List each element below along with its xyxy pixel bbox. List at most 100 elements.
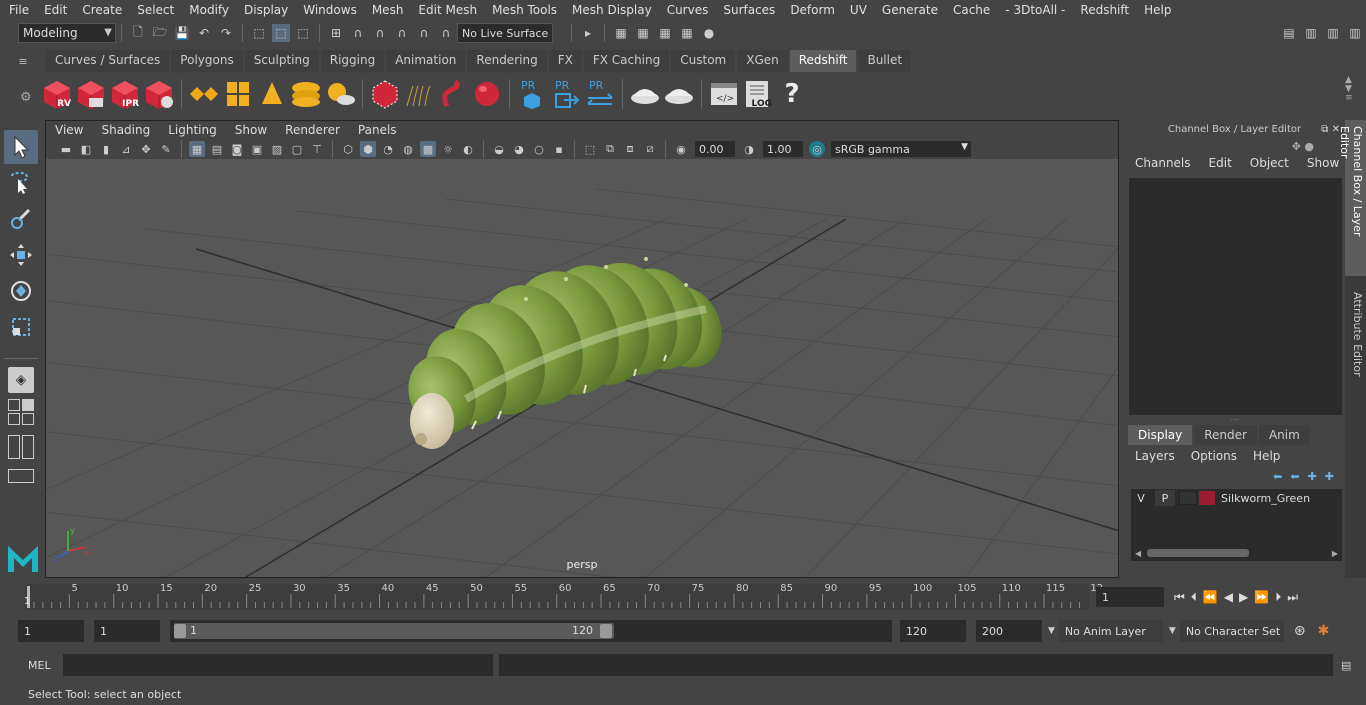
outliner-layout-icon[interactable] [8, 435, 20, 459]
toggle-panels-icon[interactable]: ▥ [1324, 24, 1342, 42]
chevron-down-icon[interactable]: ▼ [1048, 626, 1055, 636]
pr-convert-icon[interactable]: PRPR [584, 77, 616, 111]
snap-view-icon[interactable]: ∩ [393, 24, 411, 42]
redshift-dome-icon[interactable] [188, 77, 220, 111]
menu-item[interactable]: Create [73, 3, 128, 17]
help-icon[interactable]: ? [776, 77, 808, 111]
persp-layout-icon[interactable] [8, 469, 34, 483]
snap-curve-icon[interactable]: ∩ [349, 24, 367, 42]
redshift-ipr-icon[interactable]: IPR [109, 77, 141, 111]
shadows-icon[interactable]: ◐ [460, 141, 476, 157]
mel-label[interactable]: MEL [0, 659, 63, 672]
chevron-left-icon[interactable]: ◀ [1135, 549, 1141, 558]
auto-key-icon[interactable]: ⊛ [1294, 623, 1306, 639]
isolate-select-icon[interactable]: ⬚ [582, 141, 598, 157]
resolution-gate-icon[interactable]: ◙ [229, 141, 245, 157]
step-forward-key-icon[interactable]: ⏩ [1254, 590, 1269, 605]
menu-item[interactable]: Mesh [363, 3, 410, 17]
redo-icon[interactable]: ↷ [217, 24, 235, 42]
silkworm-model[interactable] [396, 247, 734, 449]
splitter-handle[interactable]: ⋯ [1125, 415, 1344, 424]
field-chart-icon[interactable]: ▨ [269, 141, 285, 157]
use-default-material-icon[interactable]: ◔ [380, 141, 396, 157]
chevron-right-icon[interactable]: ▶ [1332, 549, 1338, 558]
select-hierarchy-icon[interactable]: ⬚ [250, 24, 268, 42]
menu-item[interactable]: Deform [781, 3, 841, 17]
menu-item[interactable]: Surfaces [714, 3, 781, 17]
pr-export-icon[interactable]: PRPR [550, 77, 582, 111]
layer-visibility-toggle[interactable]: V [1131, 490, 1151, 506]
undo-icon[interactable]: ↶ [195, 24, 213, 42]
go-to-start-icon[interactable]: ⏮ [1174, 590, 1185, 605]
current-frame-field[interactable]: 1 [1096, 587, 1164, 607]
step-back-icon[interactable]: ⏴ [1191, 590, 1197, 605]
layer-editor-tab[interactable]: Render [1194, 425, 1257, 445]
menu-item[interactable]: Select [128, 3, 180, 17]
shelf-tab[interactable]: Rendering [467, 50, 547, 72]
scene-end-field[interactable]: 200 [976, 620, 1042, 642]
channel-box-area[interactable] [1129, 178, 1342, 415]
layer-editor-tab[interactable]: Display [1128, 425, 1193, 445]
layout-quad-icon[interactable] [8, 399, 20, 411]
new-layer-selected-icon[interactable]: ✚ [1325, 470, 1334, 483]
scroll-thumb[interactable] [1147, 549, 1250, 557]
shelf-tab[interactable]: Curves / Surfaces [46, 50, 170, 72]
play-forward-icon[interactable]: ▶ [1239, 590, 1248, 605]
redshift-batch-render-icon[interactable] [75, 77, 107, 111]
save-scene-icon[interactable]: 💾 [173, 24, 191, 42]
viewport-menu-item[interactable]: View [46, 123, 92, 137]
go-to-end-icon[interactable]: ⏭ [1287, 590, 1298, 605]
image-plane-icon[interactable]: ⊿ [118, 141, 134, 157]
wireframe-icon[interactable]: ⬡ [340, 141, 356, 157]
menu-item[interactable]: Edit [35, 3, 73, 17]
textured-icon[interactable]: ▩ [420, 141, 436, 157]
shelf-scroll-icon[interactable]: ▲ ▼ ≡ [1345, 76, 1353, 103]
mel-input[interactable] [63, 654, 493, 676]
color-management-icon[interactable]: ◎ [809, 141, 825, 157]
menu-item[interactable]: Generate [873, 3, 944, 17]
new-layer-icon[interactable]: ✚ [1308, 470, 1317, 483]
step-back-key-icon[interactable]: ⏪ [1203, 590, 1218, 605]
menu-item[interactable]: Display [235, 3, 294, 17]
redshift-curve-icon[interactable] [437, 77, 469, 111]
film-gate-icon[interactable]: ▤ [209, 141, 225, 157]
new-scene-icon[interactable]: 🗋 [129, 24, 147, 42]
layer-editor-menu-item[interactable]: Help [1243, 449, 1286, 463]
move-layer-up-icon[interactable]: ⬅ [1273, 470, 1282, 483]
smooth-shade-icon[interactable]: ⬢ [360, 141, 376, 157]
depth-of-field-icon[interactable]: ▪ [551, 141, 567, 157]
redshift-sphere-icon[interactable] [471, 77, 503, 111]
shelf-settings-icon[interactable]: ⚙ [20, 90, 32, 105]
history-icon[interactable]: ▸ [579, 24, 597, 42]
redshift-settings-icon[interactable] [143, 77, 175, 111]
range-slider[interactable]: 1 120 [170, 620, 892, 642]
animation-prefs-icon[interactable]: ✱ [1318, 623, 1330, 639]
camera-attr-icon[interactable]: ◧ [78, 141, 94, 157]
exposure-icon[interactable]: ◉ [673, 141, 689, 157]
playback-end-field[interactable]: 120 [900, 620, 966, 642]
render-view-icon[interactable]: ▦ [612, 24, 630, 42]
layer-playback-toggle[interactable]: P [1155, 490, 1175, 506]
safe-title-icon[interactable]: ⊤ [309, 141, 325, 157]
layer-scrollbar[interactable]: ◀ ▶ [1135, 547, 1338, 559]
channel-box-menu-item[interactable]: Object [1240, 156, 1297, 170]
menu-item[interactable]: Mesh Display [563, 3, 658, 17]
character-set-select[interactable]: No Character Set [1179, 620, 1284, 642]
snap-surface-icon[interactable]: ∩ [415, 24, 433, 42]
redshift-area-light-icon[interactable] [222, 77, 254, 111]
range-end-grip[interactable] [600, 624, 612, 638]
redshift-proxy-icon[interactable] [369, 77, 401, 111]
snap-grid-icon[interactable]: ⊞ [327, 24, 345, 42]
live-surface-field[interactable]: No Live Surface [457, 23, 553, 43]
shelf-tab[interactable]: FX [548, 50, 582, 72]
select-object-icon[interactable]: ⬚ [272, 24, 290, 42]
shelf-tab[interactable]: Redshift [789, 50, 857, 72]
gate-mask-icon[interactable]: ▣ [249, 141, 265, 157]
layout-four-icon[interactable] [22, 413, 34, 425]
move-layer-down-icon[interactable]: ⬅ [1290, 470, 1299, 483]
viewport-menu-item[interactable]: Show [226, 123, 276, 137]
redshift-hair-icon[interactable] [403, 77, 435, 111]
scene-canvas[interactable]: y z x [46, 159, 1119, 577]
workspace-icon[interactable]: ▤ [1280, 24, 1298, 42]
viewport-menu-item[interactable]: Renderer [276, 123, 349, 137]
